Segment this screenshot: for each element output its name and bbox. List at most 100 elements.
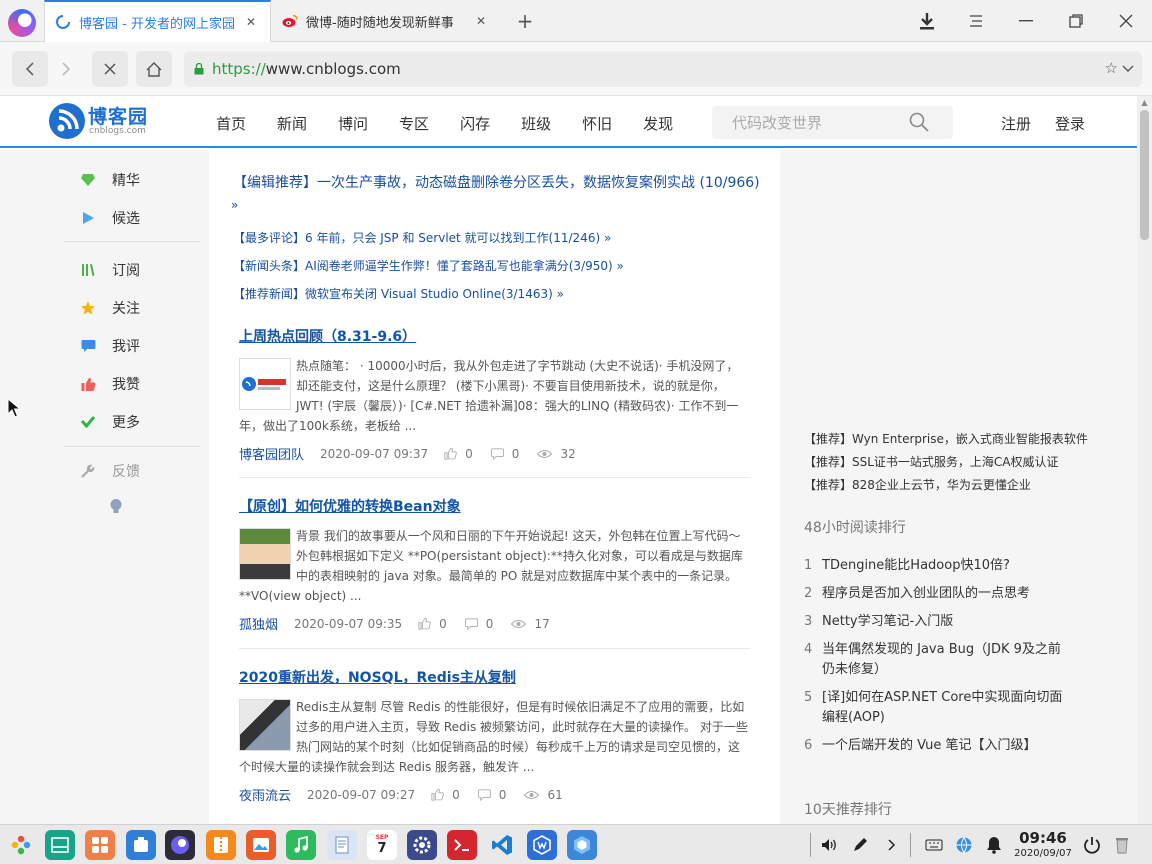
nav-flash[interactable]: 闪存	[460, 113, 490, 134]
sidebar-item-my-likes[interactable]: 我赞	[80, 372, 140, 396]
chevron-down-icon[interactable]	[1122, 59, 1134, 77]
promo-more[interactable]: »	[231, 198, 238, 212]
new-tab-button[interactable]: +	[514, 10, 536, 32]
menu-icon[interactable]	[964, 9, 988, 33]
calendar-icon[interactable]: SEP 7	[367, 830, 397, 860]
vscode-icon[interactable]	[487, 830, 517, 860]
sidebar-item-label: 精华	[112, 173, 140, 189]
music-icon[interactable]	[286, 830, 316, 860]
launcher-icon[interactable]	[6, 830, 36, 860]
nav-zones[interactable]: 专区	[399, 113, 429, 134]
archive-icon[interactable]	[206, 830, 236, 860]
minimize-icon[interactable]	[1014, 9, 1038, 33]
sidebar-item-feedback[interactable]: 反馈	[80, 459, 140, 483]
sidebar-item-subscriptions[interactable]: 订阅	[80, 258, 140, 282]
post-comments[interactable]: 0	[490, 447, 519, 461]
login-link[interactable]: 登录	[1055, 113, 1085, 134]
site-search-input[interactable]: 代码改变世界	[712, 106, 953, 139]
chevron-right-icon[interactable]	[882, 835, 902, 855]
close-icon[interactable]: ✕	[472, 12, 490, 30]
tab-cnblogs[interactable]: 博客园 - 开发者的网上家园 ✕	[44, 0, 271, 42]
nav-classes[interactable]: 班级	[521, 113, 551, 134]
nav-questions[interactable]: 博问	[338, 113, 368, 134]
stop-button[interactable]	[92, 51, 128, 87]
ad-link[interactable]: 【推荐】828企业上云节，华为云更懂企业	[804, 476, 1031, 493]
close-window-icon[interactable]	[1114, 9, 1138, 33]
volume-icon[interactable]	[820, 835, 840, 855]
post-title[interactable]: 【原创】如何优雅的转换Bean对象	[239, 496, 750, 516]
close-icon[interactable]: ✕	[242, 13, 260, 31]
sidebar-item-featured[interactable]: 精华	[80, 168, 140, 192]
scroll-thumb[interactable]	[1140, 110, 1149, 240]
system-monitor-icon[interactable]	[567, 830, 597, 860]
post-avatar[interactable]	[239, 699, 291, 751]
download-icon[interactable]	[915, 9, 939, 33]
promo-most-comments[interactable]: 【最多评论】6 年前，只会 JSP 和 Servlet 就可以找到工作(11/2…	[233, 229, 611, 246]
rank-item[interactable]: 6 一个后端开发的 Vue 笔记【入门级】	[804, 736, 1064, 756]
sidebar-item-follow[interactable]: 关注	[80, 296, 140, 320]
rank-item[interactable]: 1 TDengine能比Hadoop快10倍?	[804, 556, 1064, 576]
sidebar-item-more[interactable]: 更多	[80, 410, 140, 434]
post-likes[interactable]: 0	[431, 788, 460, 802]
sidebar-item-idea[interactable]	[108, 495, 140, 519]
keyboard-icon[interactable]	[924, 835, 944, 855]
page-scrollbar[interactable]: ▲	[1137, 96, 1152, 824]
trash-icon[interactable]	[1112, 835, 1132, 855]
rank-item[interactable]: 3 Netty学习笔记-入门版	[804, 612, 1064, 632]
settings-gear-icon[interactable]	[407, 830, 437, 860]
post-author[interactable]: 孤独烟	[239, 614, 278, 633]
eye-icon	[511, 619, 527, 628]
post-title[interactable]: 上周热点回顾（8.31-9.6）	[239, 326, 750, 346]
address-bar[interactable]: https://www.cnblogs.com ☆	[184, 51, 1142, 87]
rank-item[interactable]: 4 当年偶然发现的 Java Bug（JDK 9及之前仍未修复）	[804, 640, 1064, 680]
post-author[interactable]: 夜雨流云	[239, 785, 291, 804]
post-likes[interactable]: 0	[444, 447, 473, 461]
post-comments[interactable]: 0	[464, 617, 493, 631]
forward-button[interactable]	[48, 51, 84, 87]
app-store-icon[interactable]	[85, 830, 115, 860]
post-likes[interactable]: 0	[418, 617, 447, 631]
post-summary-block: 热点随笔： · 10000小时后，我从外包走进了字节跳动 (大史不说话)· 手机…	[239, 356, 750, 436]
ad-link[interactable]: 【推荐】Wyn Enterprise，嵌入式商业智能报表软件	[804, 430, 1088, 447]
sidebar-item-my-comments[interactable]: 我评	[80, 334, 140, 358]
terminal-icon[interactable]	[447, 830, 477, 860]
scroll-up-icon[interactable]: ▲	[1140, 98, 1149, 107]
promo-recommended-news[interactable]: 【推荐新闻】微软宣布关闭 Visual Studio Online(3/1463…	[233, 285, 564, 302]
pen-icon[interactable]	[850, 835, 870, 855]
tab-weibo[interactable]: 微博-随时随地发现新鲜事 ✕	[272, 0, 500, 42]
multitask-icon[interactable]	[45, 830, 75, 860]
nav-news[interactable]: 新闻	[277, 113, 307, 134]
nav-nostalgia[interactable]: 怀旧	[582, 113, 612, 134]
rank-item[interactable]: 2 程序员是否加入创业团队的一点思考	[804, 584, 1064, 604]
nav-home[interactable]: 首页	[216, 113, 246, 134]
maximize-icon[interactable]	[1064, 9, 1088, 33]
image-viewer-icon[interactable]	[246, 830, 276, 860]
wps-icon[interactable]	[527, 830, 557, 860]
browser-logo-icon[interactable]	[8, 9, 36, 37]
sidebar-item-candidates[interactable]: 候选	[80, 206, 140, 230]
document-viewer-icon[interactable]	[327, 830, 357, 860]
back-button[interactable]	[12, 51, 48, 87]
post-title[interactable]: 2020重新出发，NOSQL，Redis主从复制	[239, 667, 750, 687]
post-avatar[interactable]	[239, 358, 291, 410]
clock[interactable]: 09:46 2020/09/07	[1012, 829, 1074, 860]
register-link[interactable]: 注册	[1001, 113, 1031, 134]
power-icon[interactable]	[1082, 835, 1102, 855]
post-author[interactable]: 博客园团队	[239, 444, 304, 463]
promo-editor-pick[interactable]: 【编辑推荐】一次生产事故，动态磁盘删除卷分区丢失，数据恢复案例实战 (10/96…	[233, 172, 760, 192]
clock-date: 2020/09/07	[1014, 848, 1072, 859]
notification-bell-icon[interactable]	[984, 835, 1004, 855]
bookmark-star-icon[interactable]: ☆	[1105, 59, 1118, 77]
network-icon[interactable]	[954, 835, 974, 855]
browser-app-icon[interactable]	[165, 830, 195, 860]
cnblogs-logo-icon[interactable]	[49, 103, 85, 139]
rank-number: 6	[804, 738, 813, 753]
logo-text[interactable]: 博客园	[88, 102, 148, 129]
promo-headline[interactable]: 【新闻头条】AI阅卷老师逼学生作弊！懂了套路乱写也能拿满分(3/950) »	[233, 257, 624, 274]
ad-link[interactable]: 【推荐】SSL证书一站式服务，上海CA权威认证	[804, 453, 1059, 470]
post-comments[interactable]: 0	[477, 788, 506, 802]
home-button[interactable]	[136, 51, 172, 87]
file-manager-icon[interactable]	[126, 830, 156, 860]
rank-item[interactable]: 5 [译]如何在ASP.NET Core中实现面向切面编程(AOP)	[804, 688, 1064, 728]
post-avatar[interactable]	[239, 528, 291, 580]
